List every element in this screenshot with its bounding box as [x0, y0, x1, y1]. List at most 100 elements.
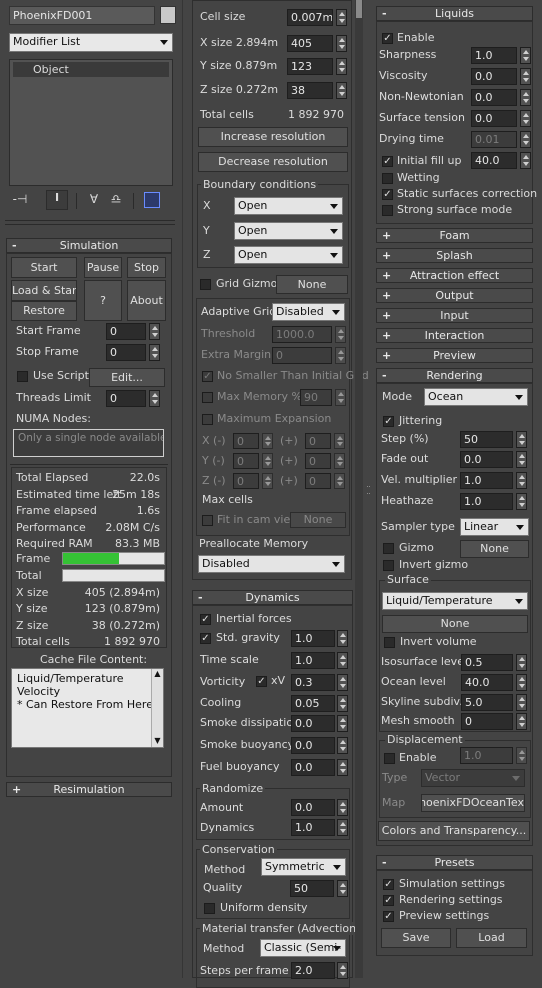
cell-size-input[interactable]: 0.007m: [287, 9, 333, 26]
surface-field-spinner[interactable]: [516, 694, 527, 711]
preset-save-button[interactable]: Save: [381, 928, 451, 948]
x-size-spinner[interactable]: [336, 35, 347, 52]
rendering-field-input[interactable]: 0.0: [460, 451, 513, 468]
show-end-result-icon[interactable]: I: [46, 190, 68, 210]
randomize-dynamics-spinner[interactable]: [337, 819, 348, 836]
fit-cam-pick-button[interactable]: None: [290, 512, 346, 528]
dynamics-field-input[interactable]: 0.0: [291, 737, 335, 754]
surface-field-input[interactable]: 0.5: [461, 654, 513, 671]
preset-rendering-checkbox[interactable]: ✓: [383, 895, 394, 906]
stack-item-object[interactable]: Object: [13, 62, 169, 77]
liquids-field-input[interactable]: 1.0: [471, 47, 517, 64]
preset-simulation-checkbox[interactable]: ✓: [383, 879, 394, 890]
liquids-field-spinner[interactable]: [520, 110, 531, 127]
collapsed-rollout-header[interactable]: + Output: [376, 288, 533, 303]
stop-frame-spinner[interactable]: [149, 344, 160, 361]
dynamics-field-input[interactable]: 1.0: [291, 652, 335, 669]
max-memory-spinner[interactable]: [335, 389, 346, 406]
boundary-z-dropdown[interactable]: Open: [234, 246, 343, 264]
expansion-minus-spinner[interactable]: [262, 473, 273, 489]
dynamics-field-spinner[interactable]: [337, 695, 348, 712]
surface-pick-button[interactable]: None: [382, 615, 528, 633]
liquids-field-input[interactable]: 0.01: [471, 131, 517, 148]
grid-gizmo-checkbox[interactable]: [200, 279, 211, 290]
expansion-minus-input[interactable]: 0: [233, 433, 259, 449]
preset-preview-checkbox[interactable]: ✓: [383, 911, 394, 922]
displacement-enable-checkbox[interactable]: [384, 753, 395, 764]
preset-load-button[interactable]: Load: [456, 928, 527, 948]
vorticity-xv-checkbox[interactable]: ✓: [256, 676, 267, 687]
fit-cam-checkbox[interactable]: [202, 515, 213, 526]
displacement-type-dropdown[interactable]: Vector: [421, 769, 525, 787]
amount-input[interactable]: 0.0: [291, 799, 335, 816]
cache-content-item[interactable]: Velocity: [17, 685, 158, 698]
dynamics-field-spinner[interactable]: [337, 674, 348, 691]
object-name-field[interactable]: PhoenixFD001: [9, 6, 155, 25]
edit-script-button[interactable]: Edit...: [89, 368, 165, 387]
std-gravity-input[interactable]: 1.0: [291, 630, 335, 647]
preallocate-memory-dropdown[interactable]: Disabled: [198, 555, 345, 573]
jittering-checkbox[interactable]: ✓: [383, 416, 394, 427]
max-expansion-checkbox[interactable]: [202, 414, 213, 425]
initial-fill-input[interactable]: 40.0: [471, 152, 517, 169]
uniform-density-checkbox[interactable]: [204, 903, 215, 914]
dynamics-field-spinner[interactable]: [337, 715, 348, 732]
render-mode-dropdown[interactable]: Ocean: [424, 388, 528, 406]
grid-gizmo-pick-button[interactable]: None: [276, 275, 348, 294]
amount-spinner[interactable]: [337, 799, 348, 816]
expansion-plus-spinner[interactable]: [334, 433, 345, 449]
steps-per-frame-spinner[interactable]: [337, 962, 348, 979]
adaptive-grid-dropdown[interactable]: Disabled: [272, 303, 345, 321]
liquids-field-spinner[interactable]: [520, 131, 531, 148]
about-button[interactable]: About: [127, 280, 166, 321]
displacement-amount-spinner[interactable]: [516, 747, 527, 764]
rendering-field-input[interactable]: 1.0: [460, 493, 513, 510]
expansion-plus-spinner[interactable]: [334, 473, 345, 489]
no-smaller-checkbox[interactable]: ✓: [202, 371, 213, 382]
expansion-plus-input[interactable]: 0: [305, 433, 331, 449]
configure-modifier-sets-icon[interactable]: [144, 192, 160, 208]
collapsed-rollout-header[interactable]: + Preview: [376, 348, 533, 363]
static-correction-checkbox[interactable]: ✓: [382, 189, 393, 200]
std-gravity-checkbox[interactable]: ✓: [200, 633, 211, 644]
collapsed-rollout-header[interactable]: + Splash: [376, 248, 533, 263]
cache-list-scrollbar[interactable]: ▲ ▼: [151, 669, 163, 747]
load-and-start-button[interactable]: Load & Start: [11, 280, 77, 301]
middle-scrollbar-track[interactable]: [355, 0, 363, 978]
quality-spinner[interactable]: [337, 880, 348, 897]
liquids-rollout-header[interactable]: - Liquids: [376, 6, 533, 21]
rendering-field-spinner[interactable]: [516, 431, 527, 448]
panel-splitter-grip-icon[interactable]: [367, 486, 370, 494]
expansion-plus-input[interactable]: 0: [305, 453, 331, 469]
collapsed-rollout-header[interactable]: + Interaction: [376, 328, 533, 343]
cache-content-list[interactable]: Liquid/Temperature Velocity * Can Restore …: [11, 668, 164, 748]
surface-field-input[interactable]: 5.0: [461, 694, 513, 711]
stop-button[interactable]: Stop: [127, 257, 166, 278]
middle-scrollbar-thumb[interactable]: [356, 0, 362, 18]
initial-fill-checkbox[interactable]: ✓: [382, 156, 393, 167]
decrease-resolution-button[interactable]: Decrease resolution: [198, 152, 348, 172]
start-button[interactable]: Start: [11, 257, 77, 278]
surface-field-input[interactable]: 40.0: [461, 674, 513, 691]
liquids-field-spinner[interactable]: [520, 68, 531, 85]
surface-field-spinner[interactable]: [516, 713, 527, 730]
max-memory-input[interactable]: 90: [300, 389, 332, 406]
cache-content-item[interactable]: * Can Restore From Here: [17, 698, 158, 711]
object-color-swatch[interactable]: [160, 6, 176, 24]
surface-channel-dropdown[interactable]: Liquid/Temperature: [382, 592, 528, 610]
dynamics-field-input[interactable]: 0.0: [291, 715, 335, 732]
y-size-spinner[interactable]: [336, 58, 347, 75]
y-size-input[interactable]: 123: [287, 58, 333, 75]
z-size-spinner[interactable]: [336, 82, 347, 99]
threads-limit-spinner[interactable]: [149, 390, 160, 407]
presets-rollout-header[interactable]: - Presets: [376, 855, 533, 870]
collapsed-rollout-header[interactable]: + Foam: [376, 228, 533, 243]
colors-transparency-button[interactable]: Colors and Transparency...: [378, 821, 530, 841]
expansion-minus-spinner[interactable]: [262, 433, 273, 449]
wetting-checkbox[interactable]: [382, 173, 393, 184]
initial-fill-spinner[interactable]: [520, 152, 531, 169]
numa-nodes-list[interactable]: Only a single node available.: [13, 429, 164, 457]
advection-method-dropdown[interactable]: Classic (Semi-: [260, 939, 346, 957]
inertial-forces-checkbox[interactable]: ✓: [200, 614, 211, 625]
collapsed-rollout-header[interactable]: + Input: [376, 308, 533, 323]
